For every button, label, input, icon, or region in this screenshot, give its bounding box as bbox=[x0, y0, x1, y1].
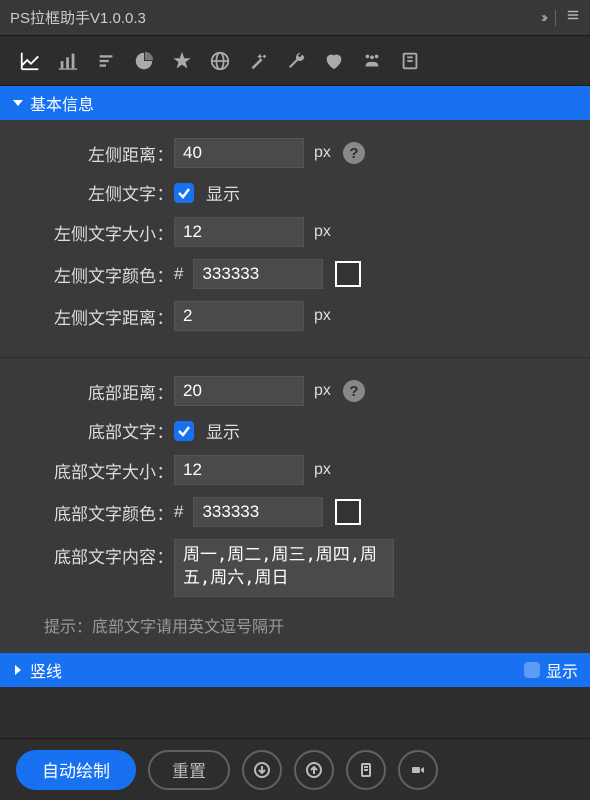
tool-heart-icon[interactable] bbox=[318, 45, 350, 77]
footer: 自动绘制 重置 bbox=[0, 738, 590, 800]
left-distance-input[interactable] bbox=[174, 138, 304, 168]
tool-pie-icon[interactable] bbox=[128, 45, 160, 77]
section-vline-header[interactable]: 竖线 显示 bbox=[0, 653, 590, 687]
app-title: PS拉框助手V1.0.0.3 bbox=[10, 7, 541, 28]
toolbar bbox=[0, 36, 590, 86]
tool-line-chart-icon[interactable] bbox=[14, 45, 46, 77]
video-button[interactable] bbox=[398, 750, 438, 790]
left-text-checkbox[interactable] bbox=[174, 183, 194, 203]
left-color-swatch[interactable] bbox=[335, 261, 361, 287]
section-basic-header[interactable]: 基本信息 bbox=[0, 86, 590, 120]
chevron-down-icon bbox=[12, 97, 24, 109]
chevron-right-icon bbox=[12, 664, 24, 676]
section-basic-bottom: 底部距离 ： px ? 底部文字 ： 显示 底部文字大小 bbox=[0, 357, 590, 653]
section-basic-title: 基本信息 bbox=[30, 91, 94, 115]
menu-icon[interactable] bbox=[566, 8, 580, 27]
section-basic-left: 左侧距离 ： px ? 左侧文字 ： 显示 左侧文字大小 bbox=[0, 120, 590, 357]
left-color-label: 左侧文字颜色 bbox=[18, 262, 156, 287]
auto-draw-button[interactable]: 自动绘制 bbox=[16, 750, 136, 790]
left-text-label: 左侧文字 bbox=[18, 180, 156, 205]
left-color-input[interactable] bbox=[193, 259, 323, 289]
bottom-size-input[interactable] bbox=[174, 455, 304, 485]
left-size-label: 左侧文字大小 bbox=[18, 220, 156, 245]
bottom-distance-input[interactable] bbox=[174, 376, 304, 406]
content-scroll[interactable]: 基本信息 左侧距离 ： px ? 左侧文字 ： 显示 bbox=[0, 86, 590, 738]
upload-button[interactable] bbox=[294, 750, 334, 790]
tool-magic-icon[interactable] bbox=[242, 45, 274, 77]
bottom-color-input[interactable] bbox=[193, 497, 323, 527]
tool-globe-icon[interactable] bbox=[204, 45, 236, 77]
document-button[interactable] bbox=[346, 750, 386, 790]
divider bbox=[555, 10, 556, 26]
bottom-distance-label: 底部距离 bbox=[18, 379, 156, 404]
tool-star-icon[interactable] bbox=[166, 45, 198, 77]
help-icon[interactable]: ? bbox=[343, 142, 365, 164]
left-distance-label: 左侧距离 bbox=[18, 141, 156, 166]
help-icon[interactable]: ? bbox=[343, 380, 365, 402]
bottom-text-label: 底部文字 bbox=[18, 418, 156, 443]
titlebar: PS拉框助手V1.0.0.3 ›› bbox=[0, 0, 590, 36]
bottom-content-input[interactable] bbox=[174, 539, 394, 597]
tool-bar-chart-icon[interactable] bbox=[52, 45, 84, 77]
tool-list-icon[interactable] bbox=[90, 45, 122, 77]
bottom-content-label: 底部文字内容 bbox=[18, 539, 156, 568]
tool-wrench-icon[interactable] bbox=[280, 45, 312, 77]
left-gap-label: 左侧文字距离 bbox=[18, 304, 156, 329]
expand-icon[interactable]: ›› bbox=[541, 9, 545, 26]
download-button[interactable] bbox=[242, 750, 282, 790]
unit-label: px bbox=[314, 144, 331, 162]
show-label: 显示 bbox=[206, 180, 240, 205]
left-size-input[interactable] bbox=[174, 217, 304, 247]
tool-book-icon[interactable] bbox=[394, 45, 426, 77]
tool-pet-icon[interactable] bbox=[356, 45, 388, 77]
bottom-color-label: 底部文字颜色 bbox=[18, 500, 156, 525]
section-vline-title: 竖线 bbox=[30, 658, 62, 682]
left-gap-input[interactable] bbox=[174, 301, 304, 331]
bottom-hint: 提示：底部文字请用英文逗号隔开 bbox=[18, 609, 572, 639]
bottom-text-checkbox[interactable] bbox=[174, 421, 194, 441]
bottom-color-swatch[interactable] bbox=[335, 499, 361, 525]
vline-toggle[interactable] bbox=[524, 662, 540, 678]
bottom-size-label: 底部文字大小 bbox=[18, 458, 156, 483]
reset-button[interactable]: 重置 bbox=[148, 750, 230, 790]
vline-toggle-label: 显示 bbox=[546, 658, 578, 682]
